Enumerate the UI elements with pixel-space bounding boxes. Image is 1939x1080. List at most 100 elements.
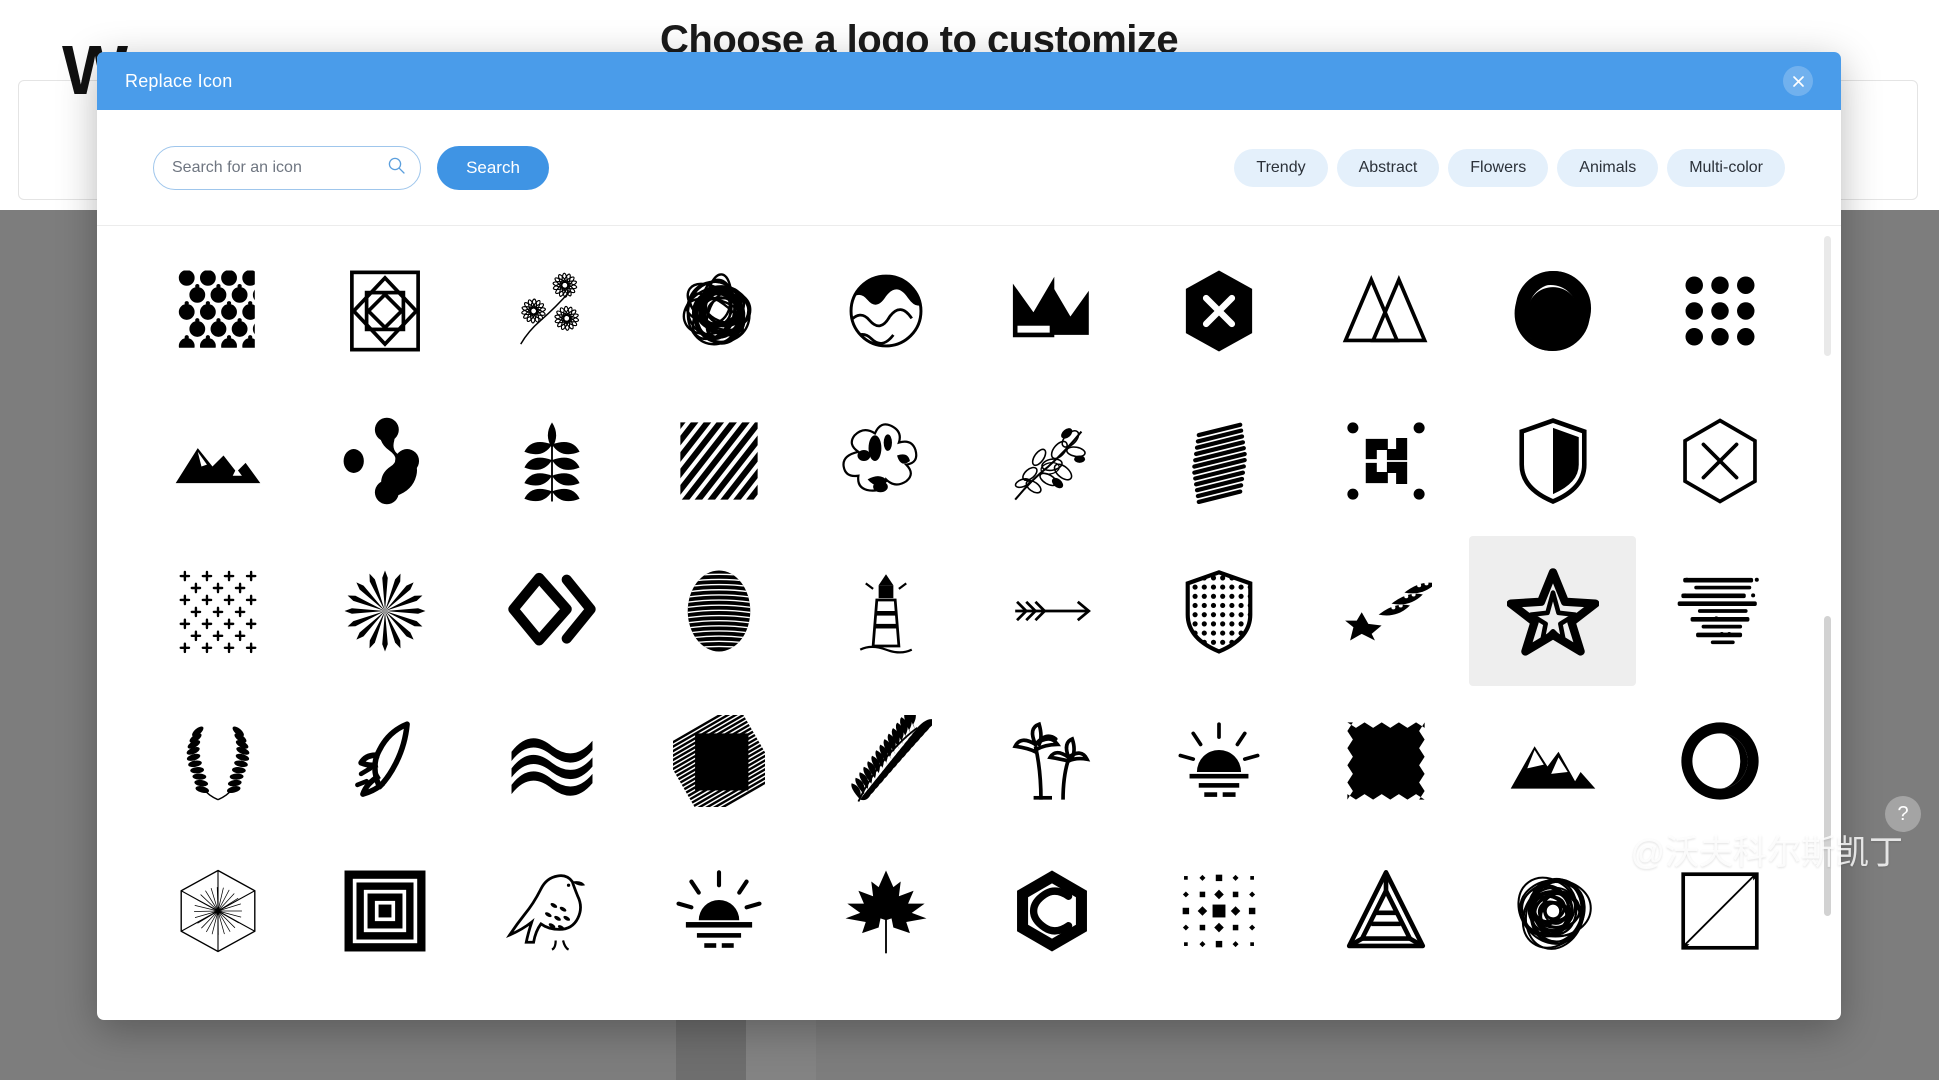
chip-multi-color[interactable]: Multi-color [1667,148,1785,187]
icon-cell[interactable] [1469,236,1636,386]
search-toolbar: Search Trendy Abstract Flowers Animals M… [97,110,1841,226]
speed-lines-icon [1674,565,1766,657]
chip-flowers[interactable]: Flowers [1448,148,1549,187]
crown-icon [1006,265,1098,357]
icon-cell[interactable] [1136,686,1303,836]
icon-cell[interactable] [802,236,969,386]
icon-cell[interactable] [635,836,802,986]
sunrise-icon [1173,715,1265,807]
icon-cell[interactable] [469,686,636,836]
chip-trendy[interactable]: Trendy [1234,148,1328,187]
double-triangle-icon [1340,265,1432,357]
scrollbar-thumb[interactable] [1824,616,1831,916]
chip-animals[interactable]: Animals [1557,148,1659,187]
icon-cell[interactable] [1636,536,1803,686]
starburst-flower-icon [339,565,431,657]
wave-lines-icon [506,715,598,807]
scribble-fill-icon [672,715,765,807]
icon-cell[interactable] [302,686,469,836]
icon-cell[interactable] [1303,236,1470,386]
hexagon-x-outline-icon [1674,415,1766,507]
search-group: Search [153,145,549,190]
plus-grid-icon [172,565,264,657]
icon-cell[interactable] [1636,686,1803,836]
close-icon[interactable] [1783,66,1813,96]
icon-cell[interactable] [1303,536,1470,686]
long-arrow-right-icon [1006,565,1098,657]
shooting-star-icon [1340,565,1432,657]
icon-cell[interactable] [1303,836,1470,986]
mountain-peaks-icon [1507,715,1599,807]
laurel-wreath-icon [172,715,264,807]
search-icon [387,156,406,180]
circle-crescent-icon [1674,715,1766,807]
icon-cell[interactable] [469,386,636,536]
icon-cell[interactable] [969,686,1136,836]
icon-cell[interactable] [635,236,802,386]
search-button[interactable]: Search [437,145,549,190]
icon-cell[interactable] [1136,536,1303,686]
icon-cell[interactable] [302,836,469,986]
icon-cell[interactable] [802,386,969,536]
icon-cell[interactable] [802,686,969,836]
icon-cell[interactable] [635,536,802,686]
scribble-circle-icon [1507,865,1599,957]
icon-cell[interactable] [135,386,302,536]
icon-cell[interactable] [469,836,636,986]
scrollbar-thumb-upper[interactable] [1824,236,1831,356]
icon-cell[interactable] [1469,536,1637,686]
icon-cell[interactable] [302,236,469,386]
mountain-range-icon [172,415,264,507]
icon-cell[interactable] [1469,686,1636,836]
scribble-hatch-icon [1173,415,1265,507]
shield-split-icon [1507,415,1599,507]
sunset-icon [673,865,765,957]
icon-cell[interactable] [1636,836,1803,986]
icon-cell[interactable] [1636,386,1803,536]
icon-cell[interactable] [802,536,969,686]
icon-cell[interactable] [1136,386,1303,536]
icon-cell[interactable] [469,536,636,686]
palm-frond-icon [840,715,932,807]
icon-cell[interactable] [802,836,969,986]
icon-cell[interactable] [302,536,469,686]
lighthouse-icon [840,565,932,657]
icon-cell[interactable] [969,386,1136,536]
zigzag-square-icon [1340,715,1432,807]
icon-cell[interactable] [135,236,302,386]
icon-cell[interactable] [1303,386,1470,536]
icon-cell[interactable] [635,686,802,836]
icon-cell[interactable] [969,836,1136,986]
icon-cell[interactable] [135,836,302,986]
dialog-titlebar: Replace Icon [97,52,1841,110]
icon-cell[interactable] [635,386,802,536]
palm-trees-icon [1006,715,1098,807]
icon-grid-scroll-area [97,226,1841,1020]
icon-cell[interactable] [1469,386,1636,536]
icon-cell[interactable] [135,686,302,836]
icon-cell[interactable] [1469,836,1636,986]
molecule-blob-icon [339,415,431,507]
icon-cell[interactable] [302,386,469,536]
icon-cell[interactable] [969,236,1136,386]
search-input[interactable] [172,158,387,177]
icon-cell[interactable] [1636,236,1803,386]
replace-icon-dialog: Replace Icon Search Trendy Abstract [97,52,1841,1020]
impossible-triangle-icon [1340,865,1432,957]
help-button[interactable]: ? [1885,796,1921,832]
icon-cell[interactable] [1136,236,1303,386]
geometric-arrows-icon [1340,415,1432,507]
icon-cell[interactable] [969,536,1136,686]
dot-matrix-icon [1173,865,1265,957]
chip-abstract[interactable]: Abstract [1336,148,1440,187]
icon-cell[interactable] [135,536,302,686]
shield-dotted-icon [1173,565,1265,657]
search-field-wrapper[interactable] [153,145,421,190]
icon-cell[interactable] [1136,836,1303,986]
leaf-sprig-outline-icon [506,265,598,357]
icon-cell[interactable] [469,236,636,386]
polka-dot-pattern-icon [172,265,264,357]
icon-cell[interactable] [1303,686,1470,836]
scribble-blob-icon [673,265,765,357]
circle-landscape-icon [840,265,932,357]
